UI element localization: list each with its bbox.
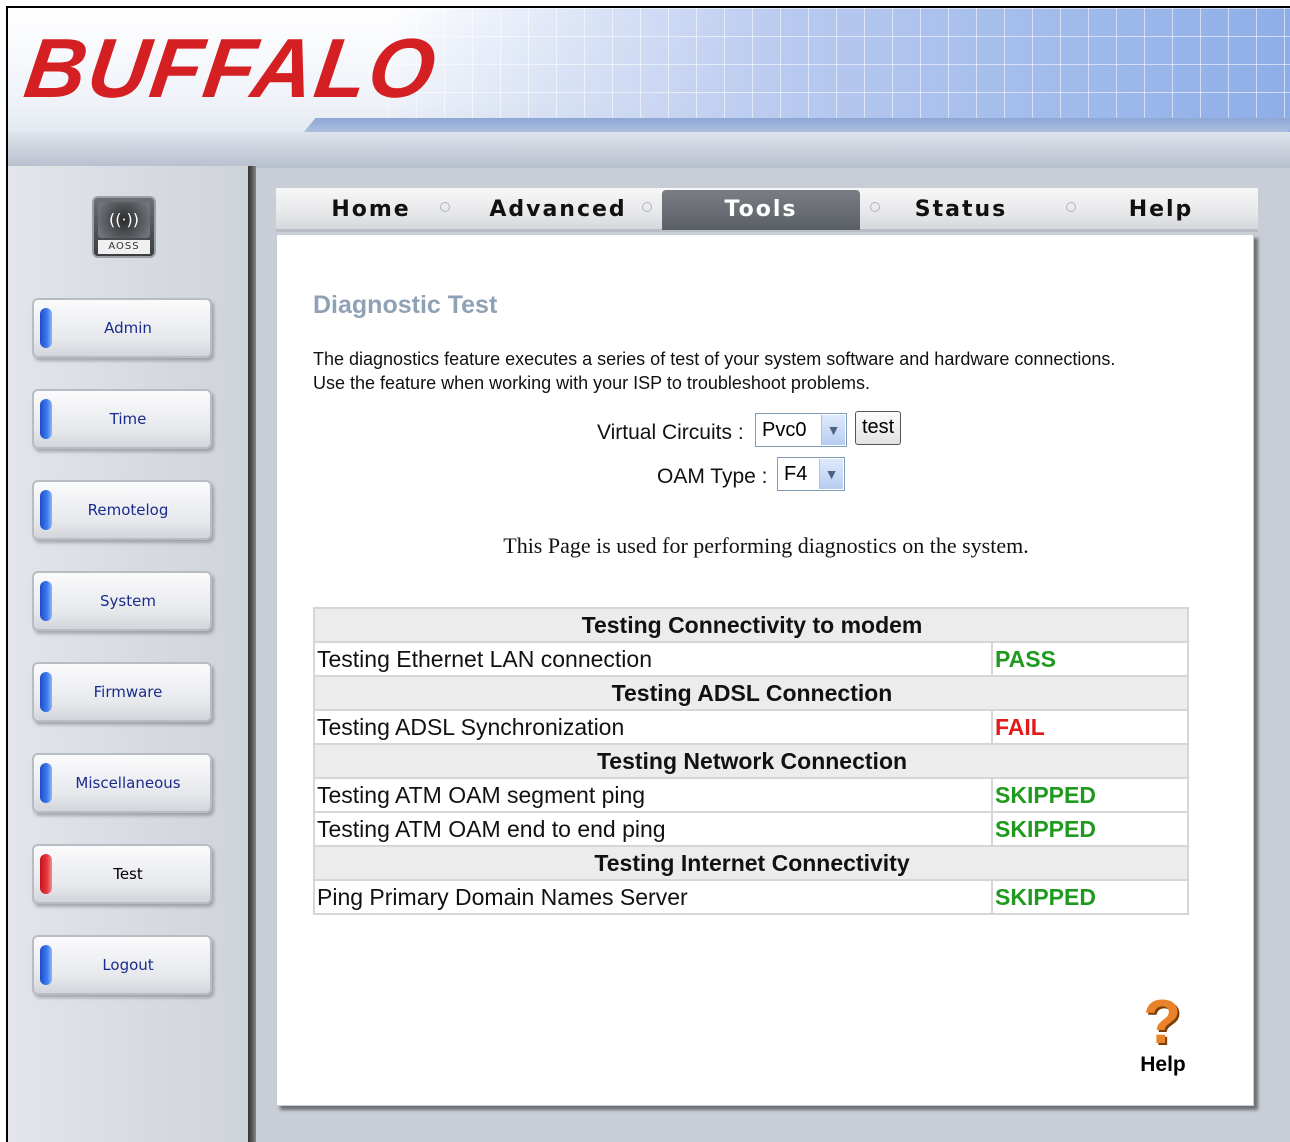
tab-separator-icon <box>1066 202 1076 212</box>
status-pill-icon <box>40 945 52 985</box>
buffalo-logo: BUFFALO <box>19 21 444 115</box>
sidebar-item-firmware[interactable]: Firmware <box>32 662 212 722</box>
table-row: Testing Ethernet LAN connection PASS <box>313 641 1189 677</box>
test-label: Testing ATM OAM segment ping <box>313 777 993 813</box>
sidebar-item-logout[interactable]: Logout <box>32 935 212 995</box>
status-pill-icon <box>40 854 52 894</box>
section-heading: Testing Network Connection <box>313 743 1189 779</box>
tab-advanced[interactable]: Advanced <box>458 190 658 230</box>
page-title: Diagnostic Test <box>313 291 498 319</box>
sidebar-item-time[interactable]: Time <box>32 389 212 449</box>
sidebar-item-label: Remotelog <box>87 501 169 519</box>
status-pill-icon <box>40 490 52 530</box>
header-grid-decoration <box>388 8 1290 133</box>
header-band <box>8 132 1290 168</box>
tab-status[interactable]: Status <box>876 190 1046 230</box>
status-pill-icon <box>40 763 52 803</box>
test-label: Ping Primary Domain Names Server <box>313 879 993 915</box>
tab-separator-icon <box>642 202 652 212</box>
oam-type-value: F4 <box>784 463 808 485</box>
test-status: FAIL <box>991 709 1189 745</box>
sidebar-item-test[interactable]: Test <box>32 844 212 904</box>
test-label: Testing ATM OAM end to end ping <box>313 811 993 847</box>
section-heading-row: Testing Internet Connectivity <box>313 845 1189 881</box>
tab-bar: Home Advanced Tools Status Help <box>276 188 1258 232</box>
chevron-down-icon: ▼ <box>819 459 843 489</box>
header: BUFFALO <box>8 8 1290 168</box>
section-heading: Testing ADSL Connection <box>313 675 1189 711</box>
chevron-down-icon: ▼ <box>821 415 845 445</box>
sidebar-item-label: Miscellaneous <box>75 774 181 792</box>
sidebar-item-system[interactable]: System <box>32 571 212 631</box>
section-heading: Testing Internet Connectivity <box>313 845 1189 881</box>
sidebar-divider <box>248 166 256 1142</box>
content-panel: Diagnostic Test The diagnostics feature … <box>276 234 1254 1106</box>
question-icon: ? <box>1143 988 1181 1057</box>
test-status: SKIPPED <box>991 811 1189 847</box>
sidebar-item-label: Test <box>113 865 143 883</box>
help-button[interactable]: ? Help <box>1129 988 1197 1077</box>
table-row: Ping Primary Domain Names Server SKIPPED <box>313 879 1189 915</box>
virtual-circuits-value: Pvc0 <box>762 419 807 441</box>
tab-tools[interactable]: Tools <box>662 190 860 230</box>
virtual-circuits-label: Virtual Circuits : <box>597 421 744 444</box>
sidebar-item-remotelog[interactable]: Remotelog <box>32 480 212 540</box>
help-label: Help <box>1140 1053 1186 1076</box>
section-heading-row: Testing ADSL Connection <box>313 675 1189 711</box>
table-row: Testing ATM OAM segment ping SKIPPED <box>313 777 1189 813</box>
tab-home[interactable]: Home <box>286 190 456 230</box>
sidebar-item-miscellaneous[interactable]: Miscellaneous <box>32 753 212 813</box>
aoss-icon: ((·)) <box>98 202 150 238</box>
status-pill-icon <box>40 308 52 348</box>
oam-type-select[interactable]: F4 ▼ <box>777 457 845 491</box>
test-status: SKIPPED <box>991 777 1189 813</box>
status-pill-icon <box>40 399 52 439</box>
table-row: Testing ATM OAM end to end ping SKIPPED <box>313 811 1189 847</box>
page-note: This Page is used for performing diagnos… <box>503 533 1029 558</box>
sidebar-item-label: Time <box>109 410 147 428</box>
section-heading-row: Testing Network Connection <box>313 743 1189 779</box>
aoss-label: AOSS <box>98 240 150 254</box>
virtual-circuits-select[interactable]: Pvc0 ▼ <box>755 413 847 447</box>
status-pill-icon <box>40 581 52 621</box>
page-description: The diagnostics feature executes a serie… <box>313 349 1116 393</box>
status-pill-icon <box>40 672 52 712</box>
test-button[interactable]: test <box>855 411 902 445</box>
test-label: Testing ADSL Synchronization <box>313 709 993 745</box>
test-status: SKIPPED <box>991 879 1189 915</box>
sidebar-item-label: System <box>100 592 156 610</box>
section-heading: Testing Connectivity to modem <box>313 607 1189 643</box>
diagnostic-results-table: Testing Connectivity to modem Testing Et… <box>313 607 1189 915</box>
router-frame: BUFFALO ((·)) AOSS Admin Time Remotelog … <box>6 6 1290 1142</box>
oam-type-label: OAM Type : <box>657 465 768 488</box>
test-status: PASS <box>991 641 1189 677</box>
tab-separator-icon <box>440 202 450 212</box>
sidebar-item-label: Admin <box>104 319 152 337</box>
sidebar: ((·)) AOSS Admin Time Remotelog System F… <box>8 166 248 1142</box>
sidebar-item-label: Logout <box>102 956 154 974</box>
section-heading-row: Testing Connectivity to modem <box>313 607 1189 643</box>
sidebar-item-admin[interactable]: Admin <box>32 298 212 358</box>
table-row: Testing ADSL Synchronization FAIL <box>313 709 1189 745</box>
aoss-button[interactable]: ((·)) AOSS <box>92 196 156 258</box>
tab-help[interactable]: Help <box>1076 190 1246 230</box>
sidebar-item-label: Firmware <box>93 683 163 701</box>
test-label: Testing Ethernet LAN connection <box>313 641 993 677</box>
